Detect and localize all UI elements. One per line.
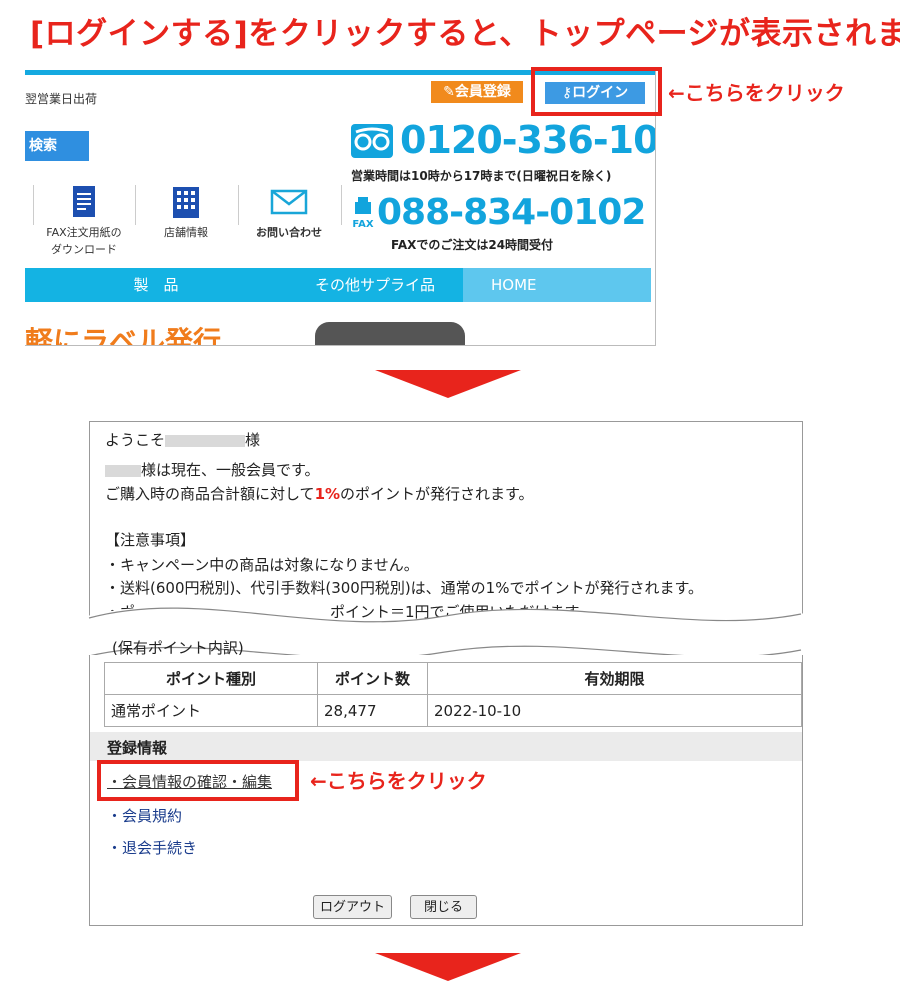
table-cell: 通常ポイント	[104, 694, 318, 727]
building-icon	[173, 187, 199, 218]
withdraw-link[interactable]: ・退会手続き	[107, 837, 197, 858]
banner-text: 軽にラベル発行	[25, 325, 222, 346]
edit-highlight-box	[97, 760, 299, 801]
close-button[interactable]: 閉じる	[410, 895, 477, 919]
divider	[341, 185, 342, 225]
fax-form-label: FAX注文用紙の ダウンロード	[46, 226, 122, 256]
registration-section-title: 登録情報	[107, 739, 168, 757]
col-header: 有効期限	[427, 662, 802, 695]
login-callout: ←こちらをクリック	[668, 81, 845, 105]
freedial-number[interactable]: 0120-336-106	[400, 118, 655, 162]
register-button[interactable]: ✎会員登録	[431, 81, 523, 103]
point-rate-line: ご購入時の商品合計額に対して1%のポイントが発行されます。	[105, 485, 534, 503]
headline: [ログインする]をクリックすると、トップページが表示されます	[30, 16, 900, 52]
table-cell: 2022-10-10	[427, 694, 802, 727]
notice-item: ・キャンペーン中の商品は対象になりません。	[105, 556, 419, 574]
main-nav: 製 品 その他サプライ品 HOME	[25, 268, 651, 302]
mail-icon	[270, 189, 308, 215]
fax-icon: FAX	[351, 196, 375, 230]
login-highlight-box	[531, 67, 662, 116]
table-cell: 28,477	[317, 694, 428, 727]
store-info-link[interactable]: 店舗情報	[136, 185, 236, 241]
section-header: 登録情報	[90, 732, 802, 761]
arrow-down-icon	[375, 370, 521, 398]
fax-note: FAXでのご注文は24時間受付	[391, 238, 554, 252]
freedial-icon	[351, 124, 393, 162]
business-note: 翌営業日出荷	[25, 92, 98, 106]
edit-callout: ←こちらをクリック	[310, 769, 487, 793]
breakdown-title: (保有ポイント内訳)	[112, 639, 244, 657]
masked-name	[165, 434, 246, 447]
contact-label: お問い合わせ	[256, 226, 322, 239]
printer-image	[315, 322, 465, 345]
store-info-label: 店舗情報	[164, 226, 208, 239]
pencil-icon: ✎	[443, 84, 455, 100]
search-button[interactable]: 検索	[25, 131, 89, 161]
arrow-down-icon	[375, 953, 521, 981]
business-hours: 営業時間は10時から17時まで(日曜祝日を除く)	[351, 169, 612, 183]
document-icon	[73, 186, 95, 217]
col-header: ポイント種別	[104, 662, 318, 695]
contact-link[interactable]: お問い合わせ	[239, 185, 339, 241]
welcome-line: ようこそ様	[105, 431, 261, 449]
nav-products[interactable]: 製 品	[25, 268, 287, 302]
fax-number[interactable]: 088-834-0102	[377, 192, 646, 233]
notice-title: 【注意事項】	[105, 531, 196, 549]
logout-button[interactable]: ログアウト	[313, 895, 392, 919]
member-status: 様は現在、一般会員です。	[105, 459, 320, 480]
col-header: ポイント数	[317, 662, 428, 695]
nav-home[interactable]: HOME	[463, 268, 651, 302]
member-terms-link[interactable]: ・会員規約	[107, 805, 182, 826]
points-table: ポイント種別 ポイント数 有効期限 通常ポイント 28,477 2022-10-…	[104, 662, 802, 727]
masked-name	[105, 464, 141, 477]
fax-form-download-link[interactable]: FAX注文用紙の ダウンロード	[34, 185, 134, 258]
nav-other-supplies[interactable]: その他サプライ品	[287, 268, 463, 302]
table-row: 通常ポイント 28,477 2022-10-10	[104, 694, 802, 727]
